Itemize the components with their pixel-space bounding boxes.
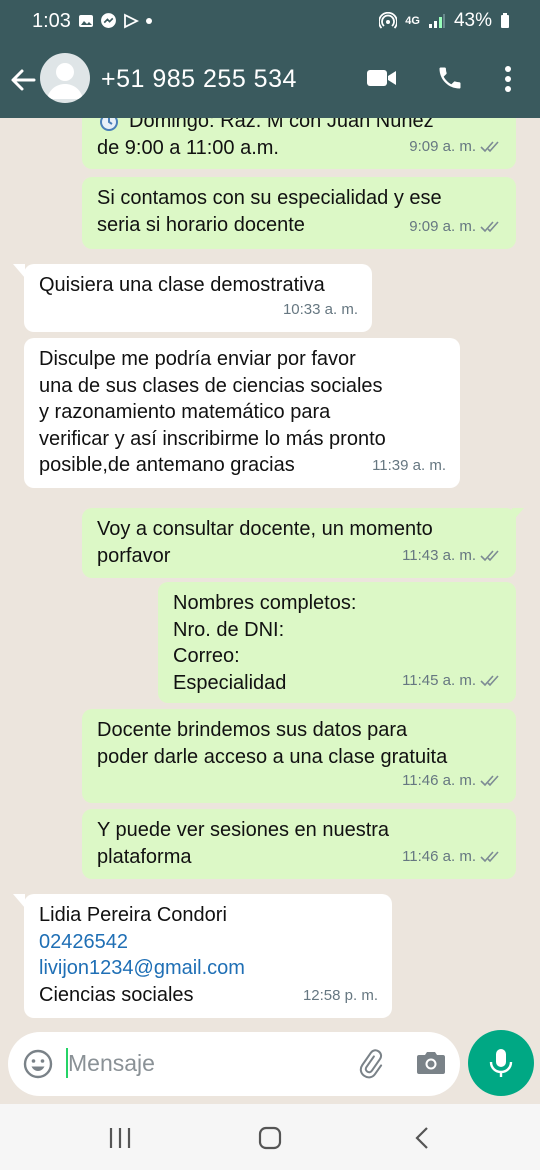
message-outgoing[interactable]: Domingo: Raz. M con Juan Nuñez de 9:00 a… [82, 118, 516, 169]
network-type: 4G [405, 15, 420, 27]
double-check-icon [480, 675, 499, 686]
message-incoming[interactable]: Quisiera una clase demostrativa 10:33 a.… [24, 264, 372, 332]
message-time: 12:58 p. m. [302, 986, 378, 1004]
recent-apps-icon[interactable] [108, 1126, 132, 1150]
double-check-icon [480, 550, 499, 561]
arrow-left-icon[interactable] [10, 66, 36, 94]
message-incoming[interactable]: Disculpe me podría enviar por favor una … [24, 338, 460, 488]
message-text-line: Nro. de DNI: [173, 618, 285, 641]
phone-link[interactable]: 02426542 [39, 929, 378, 956]
message-outgoing[interactable]: Y puede ver sesiones en nuestra platafor… [82, 809, 516, 879]
message-meta: 11:46 a. m. [402, 768, 502, 795]
message-meta: 9:09 a. m. [409, 134, 502, 161]
message-meta: 11:46 a. m. [402, 844, 502, 871]
status-right: 4G 43% [379, 10, 510, 32]
message-incoming[interactable]: Lidia Pereira Condori 02426542 livijon12… [24, 894, 392, 1018]
play-icon [124, 13, 139, 28]
camera-icon[interactable] [416, 1049, 446, 1077]
chat-header: +51 985 255 534 [0, 44, 540, 118]
message-text-line: Si contamos con su especialidad y ese [97, 187, 442, 209]
emoji-icon[interactable] [22, 1048, 54, 1080]
message-text-line: Nombres completos: [173, 592, 357, 614]
message-text-line: Disculpe me podría enviar por favor [39, 348, 356, 370]
message-time: 10:33 a. m. [282, 300, 358, 318]
message-text-line: Quisiera una clase demostrativa [39, 274, 325, 296]
messenger-icon [101, 13, 116, 28]
message-meta: 11:39 a. m. [372, 453, 446, 480]
message-input[interactable]: Mensaje [68, 1050, 155, 1077]
double-check-icon [480, 851, 499, 862]
message-meta: 11:43 a. m. [402, 543, 502, 570]
back-icon[interactable] [413, 1126, 431, 1150]
message-outgoing[interactable]: Voy a consultar docente, un momento porf… [82, 508, 516, 578]
message-outgoing[interactable]: Nombres completos: Nro. de DNI: Correo: … [158, 582, 516, 703]
message-time: 11:45 a. m. [402, 671, 476, 689]
home-icon[interactable] [258, 1126, 282, 1150]
paperclip-icon[interactable] [354, 1048, 386, 1080]
avatar-icon [47, 63, 83, 99]
message-meta: 11:45 a. m. [402, 668, 502, 695]
message-text-line: Correo: [173, 645, 240, 667]
message-meta: 9:09 a. m. [409, 214, 502, 241]
message-text-line: Y puede ver sesiones en nuestra [97, 819, 390, 841]
message-text-line: verificar y así inscribirme lo más pront… [39, 427, 386, 450]
system-nav-bar [0, 1104, 540, 1170]
contact-name[interactable]: +51 985 255 534 [101, 65, 297, 94]
battery-icon [501, 13, 509, 28]
message-text-line: Lidia Pereira Condori [39, 904, 227, 926]
message-outgoing[interactable]: Si contamos con su especialidad y ese se… [82, 177, 516, 249]
battery-percent: 43% [453, 10, 492, 31]
message-text-line: y razonamiento matemático para [39, 401, 331, 423]
message-text-line: poder darle acceso a una clase gratuita [97, 745, 448, 768]
video-icon[interactable] [367, 67, 397, 89]
signal-icon [428, 14, 445, 28]
alarm-clock-icon [100, 118, 118, 132]
phone-icon[interactable] [436, 64, 464, 92]
hotspot-icon [379, 12, 398, 29]
gallery-icon [79, 14, 93, 27]
message-time: 11:46 a. m. [402, 847, 476, 865]
chat-area[interactable]: Domingo: Raz. M con Juan Nuñez de 9:00 a… [0, 118, 540, 1028]
more-vert-icon[interactable] [500, 64, 516, 94]
message-outgoing[interactable]: Docente brindemos sus datos para poder d… [82, 709, 516, 803]
double-check-icon [480, 141, 499, 152]
message-time: 9:09 a. m. [409, 217, 476, 235]
mic-button[interactable] [468, 1030, 534, 1096]
status-bar: 1:03 4G 43% [0, 0, 540, 44]
message-time: 11:46 a. m. [402, 771, 476, 789]
message-time: 11:39 a. m. [372, 456, 446, 474]
mic-icon [489, 1049, 513, 1077]
message-meta: 12:58 p. m. [303, 983, 378, 1010]
double-check-icon [480, 775, 499, 786]
email-link[interactable]: livijon1234@gmail.com [39, 955, 378, 982]
message-text-line: Domingo: Raz. M con Juan Nuñez [129, 118, 434, 132]
message-text-line: Voy a consultar docente, un momento [97, 518, 433, 540]
message-meta: 10:33 a. m. [283, 297, 358, 324]
message-text-line: Docente brindemos sus datos para [97, 719, 408, 741]
double-check-icon [480, 221, 499, 232]
message-text-line: una de sus clases de ciencias sociales [39, 374, 383, 397]
dot-icon [146, 17, 152, 24]
notification-icons [78, 12, 153, 29]
status-time: 1:03 [32, 10, 71, 32]
message-composer[interactable]: Mensaje [8, 1032, 460, 1096]
avatar[interactable] [40, 53, 90, 103]
message-time: 9:09 a. m. [409, 137, 476, 155]
message-time: 11:43 a. m. [402, 546, 476, 564]
